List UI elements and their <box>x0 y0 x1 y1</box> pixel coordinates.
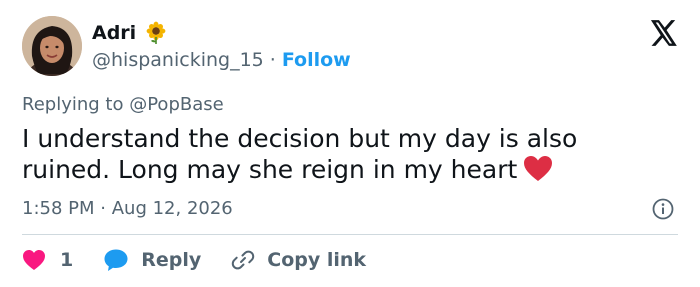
follow-button[interactable]: Follow <box>282 49 351 71</box>
replying-to: Replying to @PopBase <box>22 94 224 115</box>
x-logo-icon[interactable] <box>650 20 678 46</box>
author-handle-row: @hispanicking_15 · Follow <box>92 49 351 71</box>
avatar[interactable] <box>22 16 82 76</box>
tweet-body: I understand the decision but my day is … <box>22 124 578 184</box>
like-button[interactable]: 1 <box>22 249 73 271</box>
author-name-row: Adri <box>92 21 168 45</box>
replying-to-mention[interactable]: @PopBase <box>129 94 223 115</box>
timestamp-separator: · <box>100 198 106 219</box>
reply-bubble-icon <box>104 249 128 271</box>
copy-link-button[interactable]: Copy link <box>231 248 366 272</box>
author-handle[interactable]: @hispanicking_15 <box>92 49 264 71</box>
link-icon <box>232 250 255 270</box>
action-bar: 1 Reply Copy link <box>22 246 366 274</box>
red-heart-icon <box>524 156 553 181</box>
heart-icon <box>23 250 45 270</box>
reply-button[interactable]: Reply <box>103 248 201 272</box>
reply-label: Reply <box>141 249 202 271</box>
separator: · <box>269 49 276 71</box>
divider <box>22 234 678 235</box>
tweet-text: I understand the decision but my day is … <box>22 123 662 185</box>
sunflower-icon <box>146 21 166 44</box>
tweet-time: 1:58 PM <box>22 198 95 219</box>
tweet-date: Aug 12, 2026 <box>111 198 233 219</box>
tweet-card: Adri @hispanicking_15 · Follow Replying … <box>0 0 700 287</box>
timestamp[interactable]: 1:58 PM · Aug 12, 2026 <box>22 198 233 219</box>
replying-to-label: Replying to <box>22 94 124 115</box>
copy-link-label: Copy link <box>267 249 367 271</box>
like-count: 1 <box>60 249 74 271</box>
author-name[interactable]: Adri <box>92 22 136 44</box>
info-icon[interactable] <box>652 198 674 220</box>
